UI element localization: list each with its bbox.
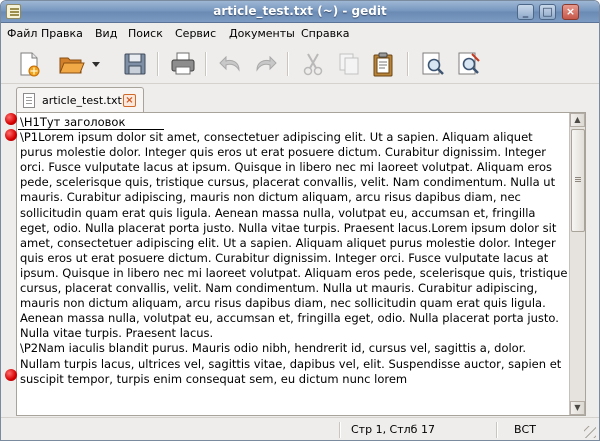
text-document-icon — [23, 93, 35, 108]
menu-help[interactable]: Справка — [301, 27, 349, 40]
title-bar[interactable]: article_test.txt (~) - gedit _ □ × — [1, 1, 599, 23]
marker-dot-icon — [5, 113, 17, 125]
menu-bar: Файл Правка Вид Поиск Сервис Документы С… — [1, 24, 599, 44]
undo-icon[interactable] — [217, 50, 245, 78]
open-folder-icon[interactable] — [57, 50, 85, 78]
marker-dot-icon — [5, 129, 17, 141]
minimize-button[interactable]: _ — [517, 4, 534, 20]
menu-file[interactable]: Файл — [7, 27, 37, 40]
dropdown-arrow-icon[interactable] — [89, 50, 103, 78]
print-icon[interactable] — [169, 50, 197, 78]
save-icon[interactable] — [121, 50, 149, 78]
cursor-position: Стр 1, Стлб 17 — [351, 423, 435, 436]
menu-view[interactable]: Вид — [95, 27, 117, 40]
menu-search[interactable]: Поиск — [128, 27, 163, 40]
toolbar-separator — [287, 52, 288, 76]
find-replace-icon[interactable] — [455, 50, 483, 78]
toolbar — [1, 44, 599, 84]
insert-mode[interactable]: ВСТ — [514, 423, 536, 436]
close-window-button[interactable]: × — [562, 4, 579, 20]
document-text[interactable]: \H1Тут заголовок \P1Lorem ipsum dolor si… — [20, 115, 568, 413]
status-bar: Стр 1, Стлб 17 ВСТ — [1, 417, 599, 440]
status-separator — [339, 422, 340, 438]
find-icon[interactable] — [419, 50, 447, 78]
new-document-icon[interactable] — [15, 50, 43, 78]
marker-dot-icon — [5, 369, 17, 381]
menu-tools[interactable]: Сервис — [175, 27, 216, 40]
toolbar-separator — [407, 52, 408, 76]
maximize-button[interactable]: □ — [539, 4, 556, 20]
cut-icon[interactable] — [299, 50, 327, 78]
window-title: article_test.txt (~) - gedit — [213, 4, 387, 18]
toolbar-separator — [157, 52, 158, 76]
text-editor-area[interactable]: \H1Тут заголовок \P1Lorem ipsum dolor si… — [16, 112, 586, 416]
menu-edit[interactable]: Правка — [41, 27, 83, 40]
resize-grip-icon[interactable] — [584, 426, 596, 438]
document-tab-strip: article_test.txt × — [1, 84, 599, 113]
tab-article-test[interactable]: article_test.txt × — [16, 87, 144, 113]
gedit-window: article_test.txt (~) - gedit _ □ × Файл … — [0, 0, 600, 441]
scroll-down-arrow-icon[interactable]: ▼ — [570, 401, 585, 415]
status-separator — [496, 422, 497, 438]
scroll-thumb[interactable] — [571, 129, 585, 232]
paste-icon[interactable] — [369, 50, 397, 78]
vertical-scrollbar[interactable]: ▲ ▼ — [569, 113, 585, 415]
menu-documents[interactable]: Документы — [229, 27, 295, 40]
copy-icon[interactable] — [335, 50, 363, 78]
toolbar-separator — [205, 52, 206, 76]
scroll-up-arrow-icon[interactable]: ▲ — [570, 113, 585, 127]
tab-label: article_test.txt — [42, 94, 122, 107]
redo-icon[interactable] — [251, 50, 279, 78]
tab-close-button[interactable]: × — [123, 94, 136, 107]
